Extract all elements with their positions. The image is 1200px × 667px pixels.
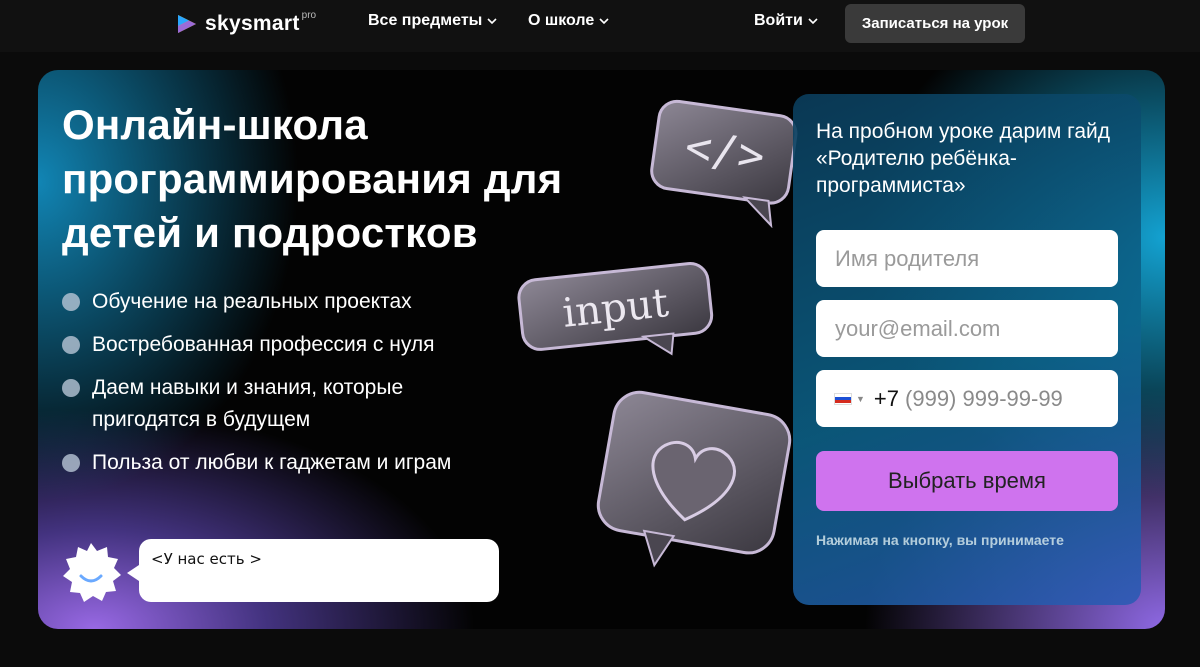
feature-text: Востребованная профессия с нуля bbox=[92, 333, 435, 356]
chevron-down-icon bbox=[487, 18, 497, 25]
nav-about-school-label: О школе bbox=[528, 12, 595, 29]
nav-about-school[interactable]: О школе bbox=[528, 12, 609, 30]
bullet-dot bbox=[62, 293, 80, 311]
list-item: Востребованная профессия с нуля bbox=[60, 329, 490, 361]
feature-list: Обучение на реальных проектах Востребова… bbox=[60, 286, 490, 490]
chevron-down-icon bbox=[599, 18, 609, 25]
code-tag-bubble-decoration: </> bbox=[650, 99, 798, 228]
phone-placeholder: (999) 999-99-99 bbox=[905, 385, 1063, 411]
consent-note: Нажимая на кнопку, вы принимаете bbox=[816, 532, 1064, 548]
bullet-dot bbox=[62, 454, 80, 472]
feature-text: Даем навыки и знания, которые пригодятся… bbox=[92, 376, 404, 431]
heart-bubble-decoration bbox=[596, 390, 792, 568]
top-header: skysmart pro Все предметы О школе Войти … bbox=[0, 0, 1200, 52]
phone-input[interactable]: ▼ +7 (999) 999-99-99 bbox=[816, 370, 1118, 427]
phone-country-code: +7 bbox=[873, 385, 900, 411]
chat-bubble: <У нас есть > bbox=[127, 539, 499, 602]
smiley-sun-icon bbox=[63, 543, 121, 602]
caret-down-icon[interactable]: ▼ bbox=[856, 394, 865, 404]
nav-all-subjects-label: Все предметы bbox=[368, 12, 483, 29]
feature-text: Обучение на реальных проектах bbox=[92, 290, 412, 313]
input-bubble-decoration: input bbox=[517, 262, 714, 356]
email-input[interactable] bbox=[816, 300, 1118, 357]
login-label: Войти bbox=[754, 12, 803, 29]
login-menu[interactable]: Войти bbox=[754, 12, 818, 30]
list-item: Польза от любви к гаджетам и играм bbox=[60, 447, 490, 479]
logo-pro-badge: pro bbox=[301, 9, 317, 21]
parent-name-input[interactable] bbox=[816, 230, 1118, 287]
list-item: Даем навыки и знания, которые пригодятся… bbox=[60, 372, 490, 436]
bullet-dot bbox=[62, 379, 80, 397]
form-title: На пробном уроке дарим гайд «Родителю ре… bbox=[816, 120, 1111, 197]
chevron-down-icon bbox=[808, 18, 818, 25]
list-item: Обучение на реальных проектах bbox=[60, 286, 490, 318]
choose-time-button[interactable]: Выбрать время bbox=[816, 451, 1118, 511]
logo-wordmark: skysmart bbox=[205, 12, 300, 35]
russia-flag-icon[interactable] bbox=[834, 392, 852, 405]
hero-title: Онлайн-школа программирования для детей … bbox=[62, 101, 563, 256]
skysmart-logo[interactable]: skysmart pro bbox=[175, 10, 316, 38]
nav-all-subjects[interactable]: Все предметы bbox=[368, 12, 497, 30]
bullet-dot bbox=[62, 336, 80, 354]
hero-section: Онлайн-школа программирования для детей … bbox=[38, 70, 1165, 629]
feature-text: Польза от любви к гаджетам и играм bbox=[92, 451, 452, 474]
logo-play-icon bbox=[178, 15, 196, 33]
trial-lesson-form: На пробном уроке дарим гайд «Родителю ре… bbox=[793, 94, 1141, 605]
signup-lesson-button[interactable]: Записаться на урок bbox=[845, 4, 1025, 43]
chat-bubble-text: <У нас есть > bbox=[151, 550, 262, 568]
